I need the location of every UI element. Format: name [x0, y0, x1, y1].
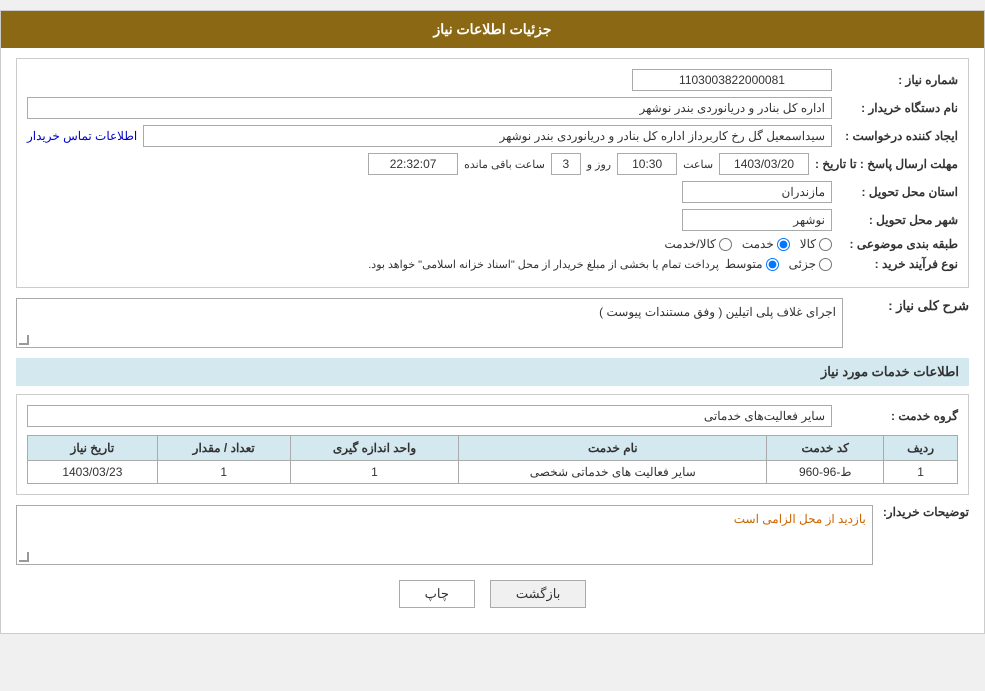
table-row: 1ط-96-960سایر فعالیت های خدماتی شخصی1114… [28, 461, 958, 484]
response-days-label: روز و [587, 158, 611, 171]
services-table: ردیف کد خدمت نام خدمت واحد اندازه گیری ت… [27, 435, 958, 484]
table-cell-service_name: سایر فعالیت های خدماتی شخصی [459, 461, 767, 484]
services-section-header: اطلاعات خدمات مورد نیاز [16, 358, 969, 386]
page-title: جزئیات اطلاعات نیاز [1, 11, 984, 48]
request-number-value: 1103003822000081 [632, 69, 832, 91]
table-cell-date: 1403/03/23 [28, 461, 158, 484]
col-unit: واحد اندازه گیری [290, 436, 459, 461]
purchase-type-motavaset-label: متوسط [725, 257, 763, 271]
general-desc-box: اجرای غلاف پلی اتیلین ( وفق مستندات پیوس… [16, 298, 843, 348]
response-days: 3 [551, 153, 581, 175]
purchase-type-jozi-label: جزئی [789, 257, 816, 271]
response-date: 1403/03/20 [719, 153, 809, 175]
category-kala[interactable]: کالا [800, 237, 832, 251]
col-service-name: نام خدمت [459, 436, 767, 461]
response-deadline-label: مهلت ارسال پاسخ : تا تاریخ : [815, 157, 958, 171]
city-value: نوشهر [682, 209, 832, 231]
col-quantity: تعداد / مقدار [157, 436, 290, 461]
category-khedmat-radio[interactable] [777, 238, 790, 251]
city-label: شهر محل تحویل : [838, 213, 958, 227]
contact-info-link[interactable]: اطلاعات تماس خریدار [27, 129, 137, 143]
table-cell-unit: 1 [290, 461, 459, 484]
purchase-type-motavaset-radio[interactable] [766, 258, 779, 271]
table-cell-quantity: 1 [157, 461, 290, 484]
buyer-org-value: اداره کل بنادر و دریانوردی بندر نوشهر [27, 97, 832, 119]
col-date: تاریخ نیاز [28, 436, 158, 461]
general-desc-value: اجرای غلاف پلی اتیلین ( وفق مستندات پیوس… [599, 305, 836, 319]
buyer-org-label: نام دستگاه خریدار : [838, 101, 958, 115]
back-button[interactable]: بازگشت [490, 580, 586, 608]
response-remaining-label: ساعت باقی مانده [464, 158, 545, 171]
buyer-notes-box: بازدید از محل الزامی است [16, 505, 873, 565]
purchase-type-jozi[interactable]: جزئی [789, 257, 832, 271]
creator-label: ایجاد کننده درخواست : [838, 129, 958, 143]
response-remaining: 22:32:07 [368, 153, 458, 175]
category-kala-khedmat-label: کالا/خدمت [664, 237, 715, 251]
response-time: 10:30 [617, 153, 677, 175]
category-kala-radio[interactable] [819, 238, 832, 251]
province-value: مازندران [682, 181, 832, 203]
col-service-code: کد خدمت [767, 436, 884, 461]
category-radio-group: کالا خدمت کالا/خدمت [664, 237, 832, 251]
category-kala-khedmat[interactable]: کالا/خدمت [664, 237, 731, 251]
category-kala-khedmat-radio[interactable] [719, 238, 732, 251]
service-group-value: سایر فعالیت‌های خدماتی [27, 405, 832, 427]
category-khedmat-label: خدمت [742, 237, 774, 251]
col-row: ردیف [884, 436, 958, 461]
action-buttons: بازگشت چاپ [16, 580, 969, 608]
response-time-label: ساعت [683, 158, 713, 171]
creator-value: سیداسمعیل گل رخ کاربرداز اداره کل بنادر … [143, 125, 832, 147]
print-button[interactable]: چاپ [399, 580, 475, 608]
table-cell-service_code: ط-96-960 [767, 461, 884, 484]
buyer-notes-value: بازدید از محل الزامی است [734, 512, 866, 526]
category-kala-label: کالا [800, 237, 816, 251]
service-group-label: گروه خدمت : [838, 409, 958, 423]
province-label: استان محل تحویل : [838, 185, 958, 199]
general-desc-section-label: شرح کلی نیاز : [849, 298, 969, 314]
purchase-type-radio-group: جزئی متوسط [725, 257, 832, 271]
buyer-notes-resize-handle[interactable] [19, 552, 29, 562]
category-label: طبقه بندی موضوعی : [838, 237, 958, 251]
purchase-type-motavaset[interactable]: متوسط [725, 257, 779, 271]
request-number-label: شماره نیاز : [838, 73, 958, 87]
desc-resize-handle[interactable] [19, 335, 29, 345]
table-cell-row: 1 [884, 461, 958, 484]
purchase-note: پرداخت تمام یا بخشی از مبلغ خریدار از مح… [368, 258, 719, 271]
category-khedmat[interactable]: خدمت [742, 237, 790, 251]
purchase-type-jozi-radio[interactable] [819, 258, 832, 271]
purchase-type-label: نوع فرآیند خرید : [838, 257, 958, 271]
buyer-notes-label: توضیحات خریدار: [883, 505, 969, 519]
